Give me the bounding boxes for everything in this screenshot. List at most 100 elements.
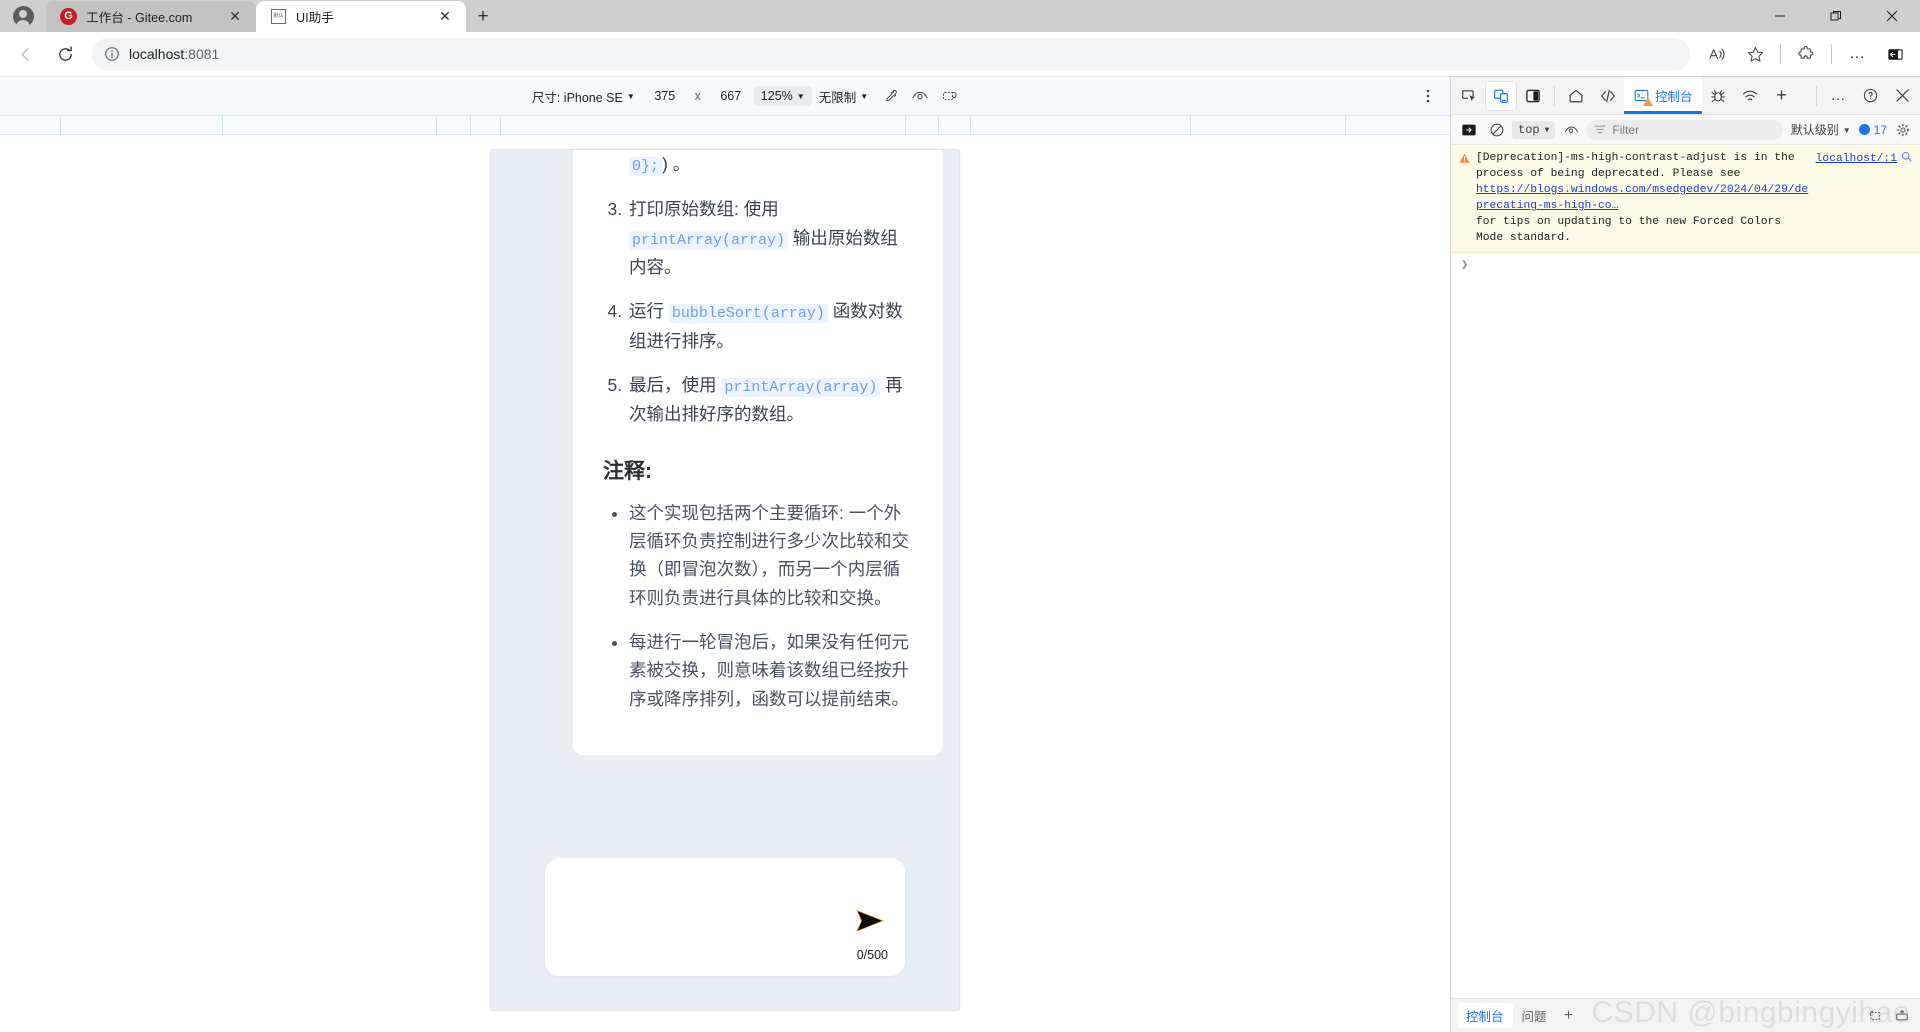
address-bar[interactable]: localhost:8081 <box>92 37 1690 71</box>
zoom-selector[interactable]: 125% ▼ <box>753 86 812 106</box>
help-icon[interactable] <box>1854 81 1886 111</box>
device-toolbar-icon[interactable] <box>1485 80 1517 111</box>
tab-console[interactable]: 控制台 <box>1624 77 1702 114</box>
minimize-button[interactable] <box>1752 0 1808 32</box>
issue-count: 17 <box>1873 122 1887 137</box>
chevron-down-icon: ▼ <box>1544 125 1550 135</box>
console-filter-bar: top ▼ Filter 默认级别 ▼ 17 <box>1451 115 1920 145</box>
info-icon[interactable] <box>104 46 120 62</box>
console-message-body: [Deprecation]-ms-high-contrast-adjust is… <box>1476 150 1810 246</box>
gear-icon[interactable] <box>1890 118 1915 142</box>
close-devtools-icon[interactable] <box>1886 81 1918 111</box>
panel-layout-icon[interactable] <box>1517 81 1549 111</box>
url-text: localhost:8081 <box>129 46 220 62</box>
new-tab-button[interactable]: + <box>466 1 500 32</box>
reload-icon[interactable] <box>46 37 84 71</box>
export-icon[interactable] <box>1889 1004 1914 1028</box>
tab-close-icon[interactable]: ✕ <box>224 6 246 28</box>
viewport-ruler[interactable] <box>0 115 1450 135</box>
tab-close-icon[interactable]: ✕ <box>434 6 456 28</box>
search-icon[interactable] <box>1901 151 1912 162</box>
drawer-tab-console[interactable]: 控制台 <box>1457 1003 1513 1028</box>
composer-area: 0/500 <box>491 858 959 1010</box>
dock-icon[interactable] <box>1862 1004 1887 1028</box>
device-width-input[interactable]: 375 <box>642 89 688 103</box>
tab-title: 工作台 - Gitee.com <box>86 11 193 25</box>
document-icon: 默认 <box>270 8 287 25</box>
back-arrow-icon[interactable] <box>6 37 44 71</box>
message-link[interactable]: https://blogs.windows.com/msedgedev/2024… <box>1476 184 1808 212</box>
drawer-add-tab-icon[interactable]: + <box>1556 1004 1582 1028</box>
add-panel-icon[interactable]: + <box>1766 81 1798 111</box>
inspect-element-icon[interactable] <box>1453 81 1485 111</box>
console-prompt[interactable]: ❯ <box>1451 253 1920 276</box>
issue-dot-icon <box>1858 124 1870 135</box>
throttling-selector[interactable]: 无限制 ▼ <box>812 84 875 109</box>
step-text: 最后，使用 <box>629 374 722 395</box>
devtools-tabbar-right: … <box>1811 81 1918 111</box>
warning-triangle-icon <box>1643 97 1653 106</box>
chevron-down-icon: ▼ <box>1842 125 1851 135</box>
console-level-selector[interactable]: 默认级别 ▼ <box>1786 119 1856 140</box>
list-item: 运行 bubbleSort(array) 函数对数组进行排序。 <box>627 297 913 355</box>
restore-button[interactable] <box>1808 0 1864 32</box>
console-sidebar-icon[interactable] <box>1456 118 1481 142</box>
home-icon[interactable] <box>1560 81 1592 111</box>
drawer-right-icons <box>1862 1004 1914 1028</box>
devtools-more-icon[interactable]: … <box>1822 81 1854 111</box>
console-filter-input[interactable]: Filter <box>1586 119 1783 140</box>
console-message-warning[interactable]: [Deprecation]-ms-high-contrast-adjust is… <box>1451 145 1920 254</box>
devtools-drawer-tabbar: 控制台 问题 + CSDN @bingbingyihao <box>1451 996 1920 1032</box>
live-expression-eye-icon[interactable] <box>1558 118 1583 142</box>
tab-strip: G 工作台 - Gitee.com ✕ 默认 UI助手 ✕ + <box>46 0 500 32</box>
issues-badge[interactable]: 17 <box>1858 122 1887 137</box>
chat-message-list[interactable]: 0};) 。 打印原始数组: 使用 printArray(array) 输出原始… <box>491 150 959 858</box>
main-area: 尺寸: iPhone SE ▼ 375 x 667 125% ▼ 无限制 ▼ 0… <box>0 76 1920 1032</box>
navigation-toolbar: localhost:8081 … <box>0 32 1920 76</box>
device-height-input[interactable]: 667 <box>708 89 754 103</box>
message-input-box[interactable]: 0/500 <box>545 858 905 976</box>
inline-code: 0}; <box>629 157 663 176</box>
read-aloud-icon[interactable] <box>1698 37 1736 71</box>
send-icon[interactable] <box>853 906 887 936</box>
notes-heading: 注释: <box>603 459 652 483</box>
console-output[interactable]: [Deprecation]-ms-high-contrast-adjust is… <box>1451 145 1920 998</box>
capture-screenshot-icon[interactable] <box>935 83 965 109</box>
message-line-2: process of being deprecated. Please see <box>1476 168 1741 181</box>
network-icon[interactable] <box>1734 81 1766 111</box>
emulated-device-viewport[interactable]: 0};) 。 打印原始数组: 使用 printArray(array) 输出原始… <box>490 149 960 1011</box>
step-text: 运行 <box>629 301 669 322</box>
drawer-tab-issues[interactable]: 问题 <box>1513 1003 1556 1028</box>
sidebar-icon[interactable] <box>1876 37 1914 71</box>
devtools-tabbar: 控制台 + … <box>1451 77 1920 115</box>
message-top-fragment: 0};) 。 <box>603 150 913 179</box>
list-item: 最后，使用 printArray(array) 再次输出排好序的数组。 <box>627 371 913 429</box>
extensions-icon[interactable] <box>1787 37 1825 71</box>
tab-label: 控制台 <box>1655 90 1693 104</box>
inline-code: printArray(array) <box>721 377 881 397</box>
clear-console-icon[interactable] <box>1484 118 1509 142</box>
eyedropper-icon[interactable] <box>875 83 905 109</box>
console-context-selector[interactable]: top ▼ <box>1512 120 1556 139</box>
elements-code-icon[interactable] <box>1592 81 1624 111</box>
devtools-panel: 控制台 + … top ▼ Filter 默认级别 ▼ 17 [Deprecat… <box>1450 76 1920 1032</box>
profile-avatar-icon <box>12 5 34 27</box>
device-size-selector[interactable]: 尺寸: iPhone SE ▼ <box>525 84 642 109</box>
browser-tab-ui-assistant[interactable]: 默认 UI助手 ✕ <box>256 1 466 32</box>
source-link[interactable]: localhost/:1 <box>1816 151 1897 167</box>
device-more-options-icon[interactable] <box>1414 82 1442 110</box>
eye-icon[interactable] <box>905 83 935 109</box>
console-message-source: localhost/:1 <box>1816 150 1912 246</box>
profile-button[interactable] <box>0 0 46 32</box>
tabbar-divider <box>1816 85 1817 106</box>
inline-code: printArray(array) <box>629 230 789 250</box>
list-item: 这个实现包括两个主要循环: 一个外层循环负责控制进行多少次比较和交换（即冒泡次数… <box>629 499 913 612</box>
star-icon[interactable] <box>1736 37 1774 71</box>
close-button[interactable] <box>1864 0 1920 32</box>
chevron-down-icon: ▼ <box>860 92 869 101</box>
browser-tab-gitee[interactable]: G 工作台 - Gitee.com ✕ <box>46 1 256 32</box>
bug-icon[interactable] <box>1702 81 1734 111</box>
message-line-1: [Deprecation]-ms-high-contrast-adjust is… <box>1476 152 1795 164</box>
browser-more-icon[interactable]: … <box>1838 37 1876 71</box>
level-label: 默认级别 <box>1790 123 1839 137</box>
